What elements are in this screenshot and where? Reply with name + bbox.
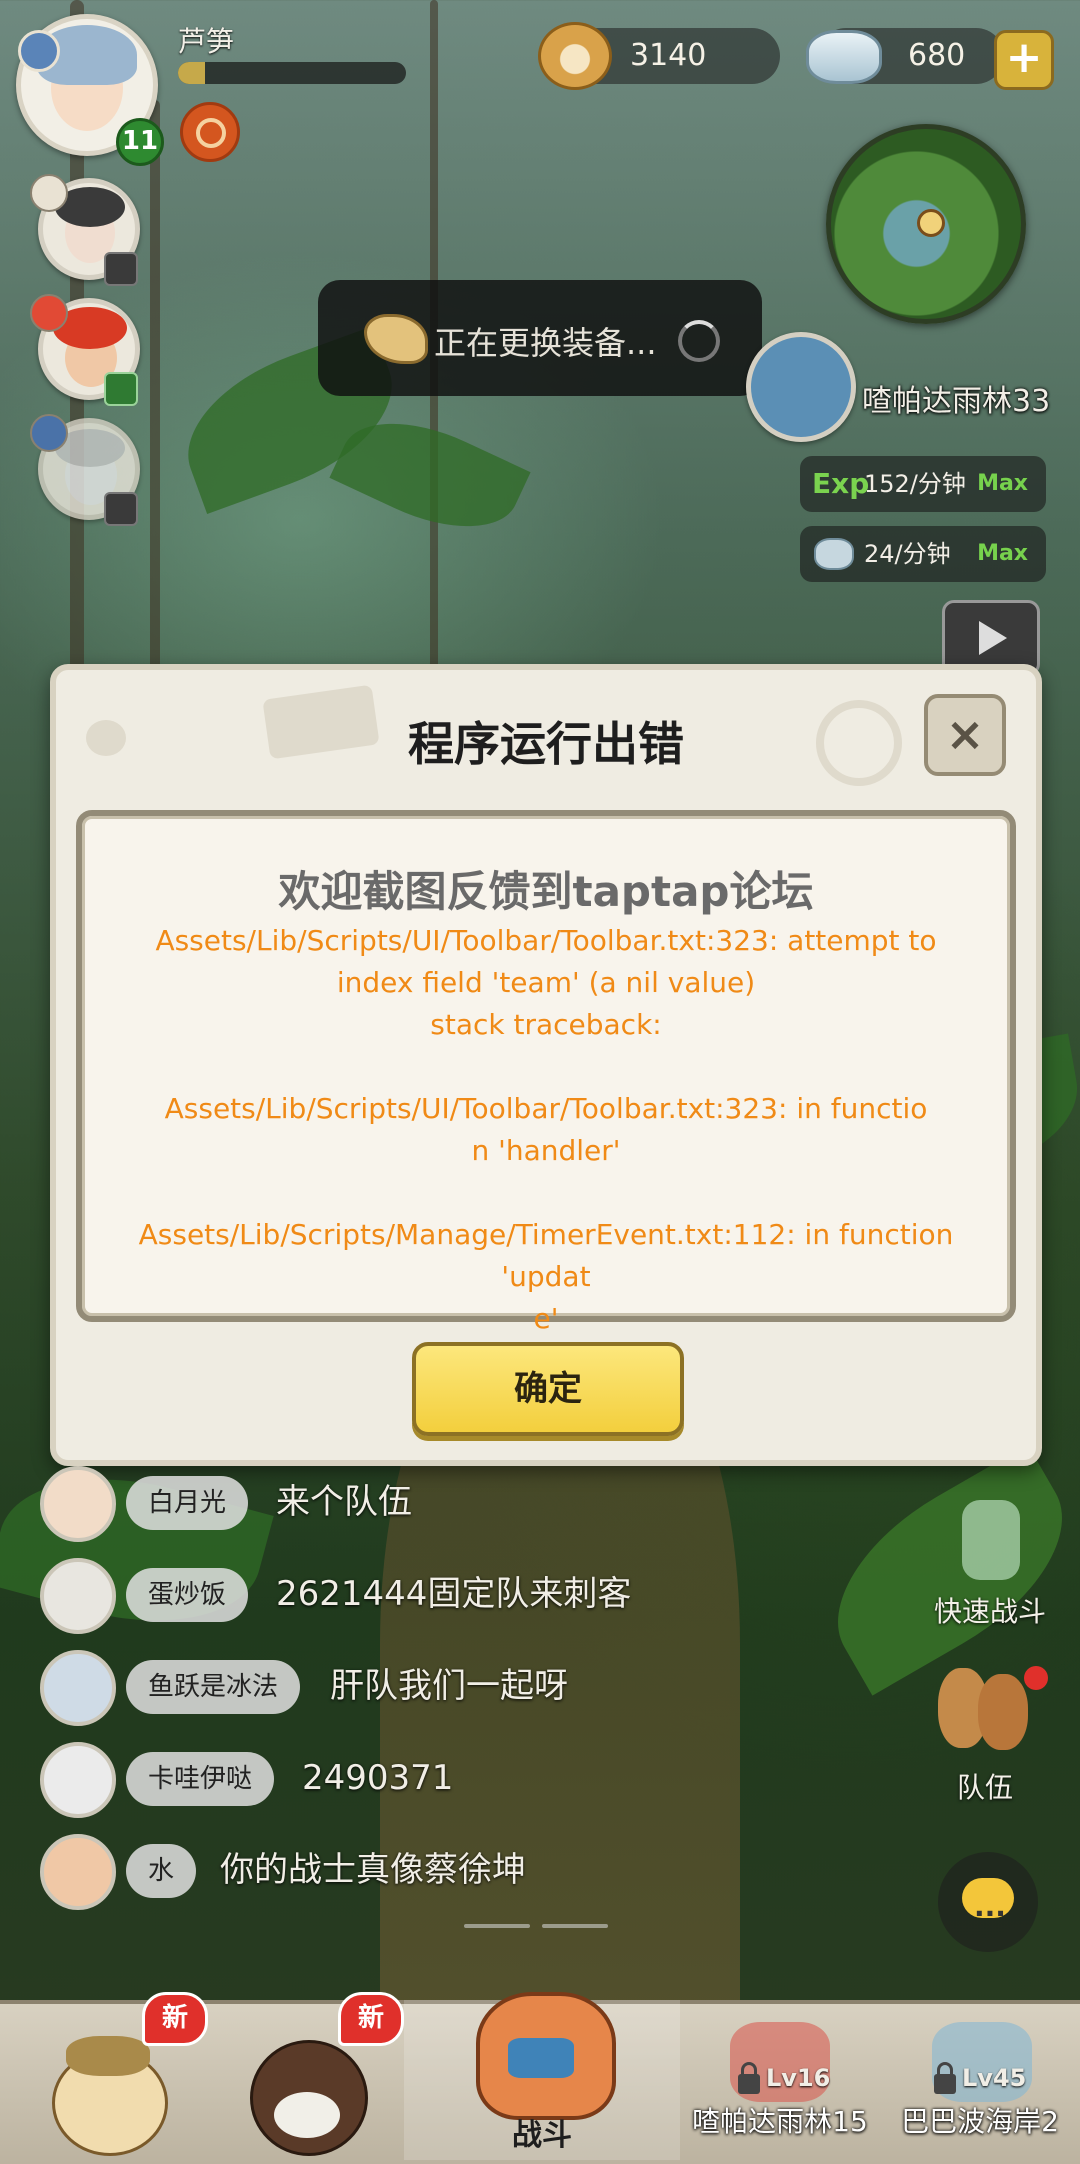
- player-class-icon: [18, 30, 60, 72]
- locked-area-level: Lv16: [766, 2064, 831, 2092]
- chat-sender-name[interactable]: 鱼跃是冰法: [126, 1660, 301, 1714]
- party-member-class-icon: [30, 174, 68, 212]
- pearl-shell-icon: [538, 22, 612, 90]
- gem-rate-pill: 24/分钟 Max: [800, 526, 1046, 582]
- chat-page-indicator: [542, 1924, 608, 1928]
- party-member-status-icon: [104, 492, 138, 526]
- chat-avatar[interactable]: [40, 1742, 116, 1818]
- player-exp-bar: [178, 62, 406, 84]
- chat-sender-name[interactable]: 卡哇伊哒: [126, 1752, 275, 1806]
- battle-tab-label: 战斗: [512, 2118, 572, 2153]
- quick-battle-button[interactable]: 快速战斗: [920, 1500, 1060, 1630]
- exp-rate: 152/分钟: [864, 470, 966, 498]
- gem-max-label: Max: [977, 541, 1028, 566]
- locked-area-level: Lv45: [962, 2064, 1027, 2092]
- new-badge: 新: [142, 1992, 208, 2046]
- close-button[interactable]: ×: [924, 694, 1006, 776]
- chat-text: 肝队我们一起呀: [330, 1666, 568, 1706]
- quick-battle-label: 快速战斗: [933, 1595, 1046, 1628]
- gem-currency: 680: [806, 28, 1004, 84]
- chat-text: 你的战士真像蔡徐坤: [220, 1850, 526, 1890]
- exp-label: Exp: [812, 467, 870, 500]
- minimap[interactable]: [826, 124, 1026, 324]
- gem-icon: [814, 538, 854, 570]
- chat-sender-name[interactable]: 水: [126, 1844, 197, 1898]
- exp-rate-pill: Exp 152/分钟 Max: [800, 456, 1046, 512]
- gem-icon: [806, 30, 882, 84]
- gem-amount: 680: [908, 38, 966, 73]
- map-name: 喳帕达雨林33: [862, 384, 1051, 419]
- chat-sender-name[interactable]: 蛋炒饭: [126, 1568, 249, 1622]
- team-icon: [978, 1674, 1028, 1750]
- chat-sender-name[interactable]: 白月光: [126, 1476, 249, 1530]
- chat-avatar[interactable]: [40, 1650, 116, 1726]
- area-boss-avatar[interactable]: [746, 332, 856, 442]
- shell-amount: 3140: [630, 38, 707, 73]
- chat-avatar[interactable]: [40, 1558, 116, 1634]
- chat-avatar[interactable]: [40, 1834, 116, 1910]
- class-emblem-icon[interactable]: [180, 102, 240, 162]
- locked-area-name: 喳帕达雨林15: [692, 2105, 868, 2138]
- chat-avatar[interactable]: [40, 1466, 116, 1542]
- loading-text: 正在更换装备...: [434, 324, 657, 362]
- horn-icon: [364, 314, 428, 364]
- notification-dot: [1024, 1666, 1048, 1690]
- party-member-class-icon: [30, 294, 68, 332]
- team-label: 队伍: [956, 1771, 1013, 1804]
- add-currency-button[interactable]: +: [994, 30, 1054, 90]
- character-mask-icon: [274, 2092, 340, 2138]
- error-message-box: 欢迎截图反馈到taptap论坛 Assets/Lib/Scripts/UI/To…: [76, 810, 1016, 1335]
- exp-max-label: Max: [977, 471, 1028, 496]
- error-dialog: 程序运行出错 × 欢迎截图反馈到taptap论坛 Assets/Lib/Scri…: [50, 664, 1042, 1466]
- chat-text: 2621444固定队来刺客: [276, 1574, 632, 1614]
- chat-bubble-icon: ...: [974, 1890, 1006, 1923]
- new-badge: 新: [338, 1992, 404, 2046]
- player-marker-icon: [917, 209, 945, 237]
- nav-locked-area-2[interactable]: Lv45 巴巴波海岸2: [880, 2000, 1080, 2160]
- player-level-badge: 11: [116, 118, 164, 166]
- character-hat-icon: [66, 2036, 150, 2076]
- battle-mask-eye-icon: [508, 2038, 574, 2078]
- nav-battle-tab[interactable]: 战斗: [404, 1992, 680, 2160]
- nav-locked-area-1[interactable]: Lv16 喳帕达雨林15: [690, 2000, 870, 2160]
- locked-area-name: 巴巴波海岸2: [901, 2105, 1059, 2138]
- dialog-title: 程序运行出错: [408, 717, 684, 771]
- confirm-button[interactable]: 确定: [412, 1342, 684, 1436]
- lock-icon: [934, 2062, 956, 2094]
- player-exp-fill: [178, 62, 206, 84]
- loading-spinner-icon: [678, 320, 720, 362]
- chat-text: 2490371: [302, 1758, 454, 1798]
- team-button[interactable]: 队伍: [920, 1666, 1050, 1808]
- player-name: 芦笋: [178, 25, 235, 58]
- chat-page-indicator: [464, 1924, 530, 1928]
- party-member-status-icon: [104, 252, 138, 286]
- gem-rate: 24/分钟: [864, 540, 951, 568]
- party-member-status-icon: [104, 372, 138, 406]
- party-member-class-icon: [30, 414, 68, 452]
- chat-button[interactable]: ...: [938, 1852, 1038, 1952]
- error-stacktrace: Assets/Lib/Scripts/UI/Toolbar/Toolbar.tx…: [138, 924, 954, 1335]
- feedback-headline: 欢迎截图反馈到taptap论坛: [278, 867, 814, 916]
- quick-battle-icon: [962, 1500, 1020, 1580]
- shell-currency: 3140: [538, 22, 780, 90]
- loading-toast: 正在更换装备...: [318, 280, 762, 396]
- lock-icon: [738, 2062, 760, 2094]
- chat-text: 来个队伍: [276, 1482, 412, 1522]
